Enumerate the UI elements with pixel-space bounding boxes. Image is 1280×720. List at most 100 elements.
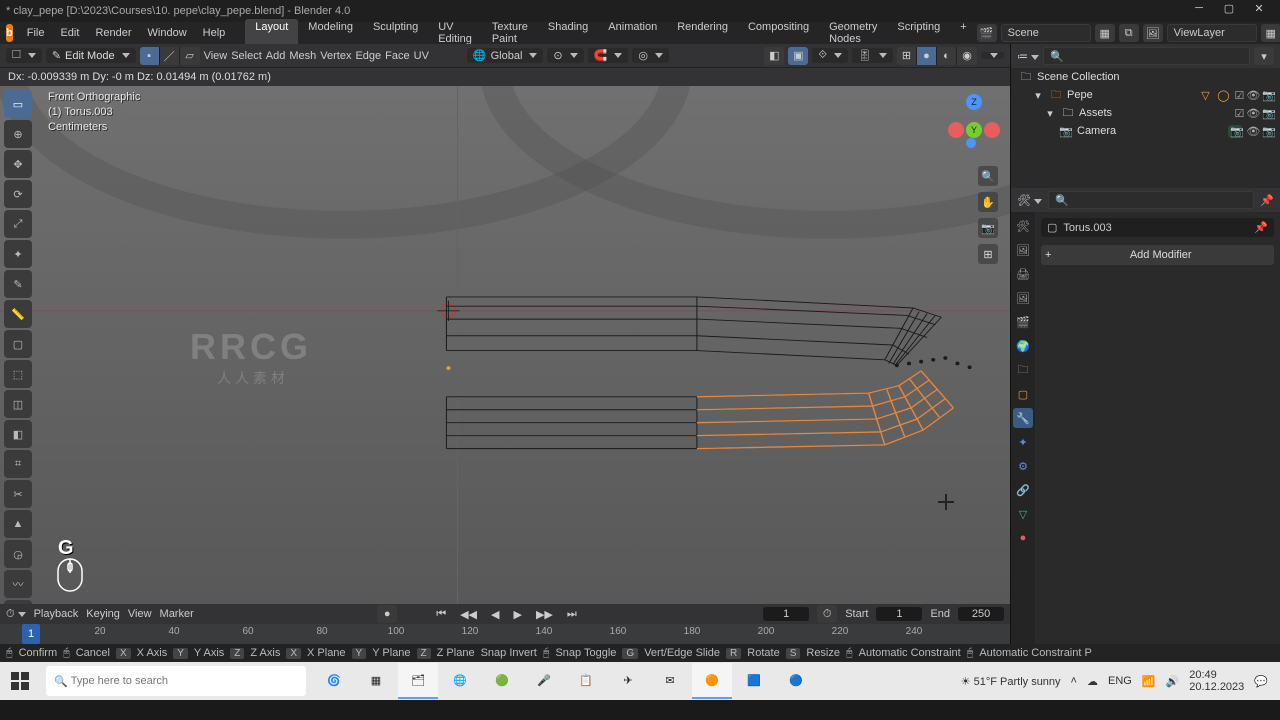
tray-clock[interactable]: 20:4920.12.2023 <box>1189 669 1244 693</box>
shading-wireframe-button[interactable]: ⊞ <box>897 47 917 65</box>
shading-solid-button[interactable]: ● <box>917 47 937 65</box>
prop-tab-data[interactable]: ▽ <box>1013 504 1033 524</box>
editor-type-dropdown[interactable]: 🞎 <box>6 48 42 63</box>
properties-editor-dropdown[interactable]: 🛠 <box>1017 194 1042 207</box>
tool-knife[interactable]: ✂ <box>4 480 32 508</box>
tab-modeling[interactable]: Modeling <box>298 19 363 47</box>
tool-more[interactable]: ⋯ <box>4 600 32 604</box>
tab-layout[interactable]: Layout <box>245 19 298 47</box>
tool-bevel[interactable]: ◧ <box>4 420 32 448</box>
add-modifier-button[interactable]: + Add Modifier <box>1041 245 1274 265</box>
disable-toggle[interactable]: 📷 <box>1262 107 1276 120</box>
menu-view3d-face[interactable]: Face <box>385 50 409 62</box>
navigation-gizmo[interactable]: Y Z <box>948 94 1000 146</box>
outliner-search[interactable]: 🔍 <box>1043 47 1250 65</box>
menu-view3d-vertex[interactable]: Vertex <box>320 50 351 62</box>
taskbar-app-other[interactable]: 🔵 <box>776 663 816 699</box>
tool-spin[interactable]: ◶ <box>4 540 32 568</box>
camera-widget-icon[interactable]: 📷 <box>978 218 998 238</box>
jump-keyframe-next-button[interactable]: ▶▶ <box>533 608 556 621</box>
tool-loopcut[interactable]: ⌗ <box>4 450 32 478</box>
tray-cloud-icon[interactable]: ☁ <box>1087 675 1098 688</box>
pivot-dropdown[interactable]: ⊙ <box>547 48 583 63</box>
outliner-scene-collection[interactable]: 🗀 Scene Collection <box>1011 68 1280 86</box>
tab-sculpting[interactable]: Sculpting <box>363 19 428 47</box>
overlay-dropdown[interactable]: 🎚 <box>852 48 893 63</box>
exclude-toggle[interactable]: ☑ <box>1234 89 1244 102</box>
pan-widget-icon[interactable]: ✋ <box>978 192 998 212</box>
zoom-widget-icon[interactable]: 🔍 <box>978 166 998 186</box>
current-frame-field[interactable]: 1 <box>763 607 809 621</box>
taskbar-mail[interactable]: ✉ <box>650 663 690 699</box>
prop-tab-constraints[interactable]: 🔗 <box>1013 480 1033 500</box>
viewlayer-field[interactable]: ViewLayer <box>1167 24 1257 42</box>
tray-volume-icon[interactable]: 🔊 <box>1166 675 1180 688</box>
timeline-view-menu[interactable]: View <box>128 608 152 620</box>
viewlayer-browse-icon[interactable]: 🖼 <box>1143 24 1163 42</box>
prop-tab-modifiers[interactable]: 🔧 <box>1013 408 1033 428</box>
timeline-editor-dropdown[interactable]: ⏱ <box>6 608 26 621</box>
menu-view3d-mesh[interactable]: Mesh <box>289 50 316 62</box>
hide-toggle[interactable]: 👁 <box>1246 89 1260 102</box>
maximize-button[interactable]: ▢ <box>1214 2 1244 20</box>
taskbar-task-view[interactable]: ▦ <box>356 663 396 699</box>
taskbar-explorer[interactable]: 🗂 <box>398 663 438 699</box>
prop-tab-particles[interactable]: ✦ <box>1013 432 1033 452</box>
gizmo-neg-x-icon[interactable] <box>948 122 964 138</box>
properties-pin-icon[interactable]: 📌 <box>1260 194 1274 207</box>
shading-rendered-button[interactable]: ◉ <box>957 47 977 65</box>
tab-add[interactable]: + <box>950 19 976 47</box>
menu-view3d-select[interactable]: Select <box>231 50 262 62</box>
menu-view3d-uv[interactable]: UV <box>414 50 429 62</box>
prop-tab-world[interactable]: 🌍 <box>1013 336 1033 356</box>
tool-polybuild[interactable]: ▲ <box>4 510 32 538</box>
outliner-assets-collection[interactable]: ▾ 🗀 Assets ☑👁📷 <box>1011 104 1280 122</box>
scene-new-button[interactable]: ▦ <box>1095 24 1115 42</box>
tool-move[interactable]: ✥ <box>4 150 32 178</box>
tool-inset[interactable]: ◫ <box>4 390 32 418</box>
tool-cursor[interactable]: ⊕ <box>4 120 32 148</box>
prop-tab-material[interactable]: ● <box>1013 528 1033 548</box>
prop-tab-collection[interactable]: 🗀 <box>1013 360 1033 380</box>
shading-matprev-button[interactable]: ◐ <box>937 47 957 65</box>
playhead[interactable]: 1 <box>22 624 40 644</box>
outliner-pepe-collection[interactable]: ▾ 🗀 Pepe ▽ ◯ ☑👁📷 <box>1011 86 1280 104</box>
close-button[interactable]: ✕ <box>1244 2 1274 20</box>
select-edge-button[interactable]: ／ <box>160 47 180 65</box>
chevron-down-icon[interactable]: ▾ <box>1043 107 1057 120</box>
menu-file[interactable]: File <box>19 27 53 39</box>
orientation-dropdown[interactable]: 🌐 Global <box>467 48 544 63</box>
select-vertex-button[interactable]: ▪ <box>140 47 160 65</box>
prop-tab-viewlayer[interactable]: 🖼 <box>1013 288 1033 308</box>
play-reverse-button[interactable]: ◀ <box>488 608 502 621</box>
chevron-down-icon[interactable]: ▾ <box>1031 89 1045 102</box>
outliner-camera-item[interactable]: 📷 Camera 📷 👁📷 <box>1011 122 1280 140</box>
tool-add-cube[interactable]: ▢ <box>4 330 32 358</box>
tab-compositing[interactable]: Compositing <box>738 19 819 47</box>
jump-end-button[interactable]: ⏭ <box>564 608 580 621</box>
taskbar-edge[interactable]: 🌐 <box>440 663 480 699</box>
jump-start-button[interactable]: ⏮ <box>433 608 449 621</box>
timeline-keying-menu[interactable]: Keying <box>86 608 120 620</box>
windows-taskbar[interactable]: 🔍 Type here to search 🌀 ▦ 🗂 🌐 🟢 🎤 📋 ✈ ✉ … <box>0 662 1280 700</box>
select-face-button[interactable]: ▱ <box>180 47 200 65</box>
xray-toggle-button[interactable]: ▣ <box>788 47 808 65</box>
gizmo-dropdown[interactable]: ⟐ <box>812 48 848 63</box>
outliner-filter-button[interactable]: ▾ <box>1254 47 1274 65</box>
tool-measure[interactable]: 📏 <box>4 300 32 328</box>
tray-notifications-icon[interactable]: 💬 <box>1254 675 1268 688</box>
tool-scale[interactable]: ⤢ <box>4 210 32 238</box>
menu-window[interactable]: Window <box>140 27 195 39</box>
properties-search[interactable]: 🔍 <box>1048 191 1254 209</box>
disable-toggle[interactable]: 📷 <box>1262 89 1276 102</box>
taskbar-search[interactable]: 🔍 Type here to search <box>46 666 306 696</box>
outliner[interactable]: 🗀 Scene Collection ▾ 🗀 Pepe ▽ ◯ ☑👁📷 ▾ 🗀 … <box>1011 68 1280 188</box>
autokey-toggle[interactable]: ● <box>377 605 397 623</box>
taskbar-telegram[interactable]: ✈ <box>608 663 648 699</box>
weather-widget[interactable]: ☀ 51°F Partly sunny <box>961 675 1061 688</box>
menu-view3d-add[interactable]: Add <box>266 50 286 62</box>
tray-lang[interactable]: ENG <box>1108 675 1132 687</box>
disable-toggle[interactable]: 📷 <box>1262 125 1276 138</box>
prop-tab-render[interactable]: 🖼 <box>1013 240 1033 260</box>
preview-range-toggle[interactable]: ⏱ <box>817 605 837 623</box>
